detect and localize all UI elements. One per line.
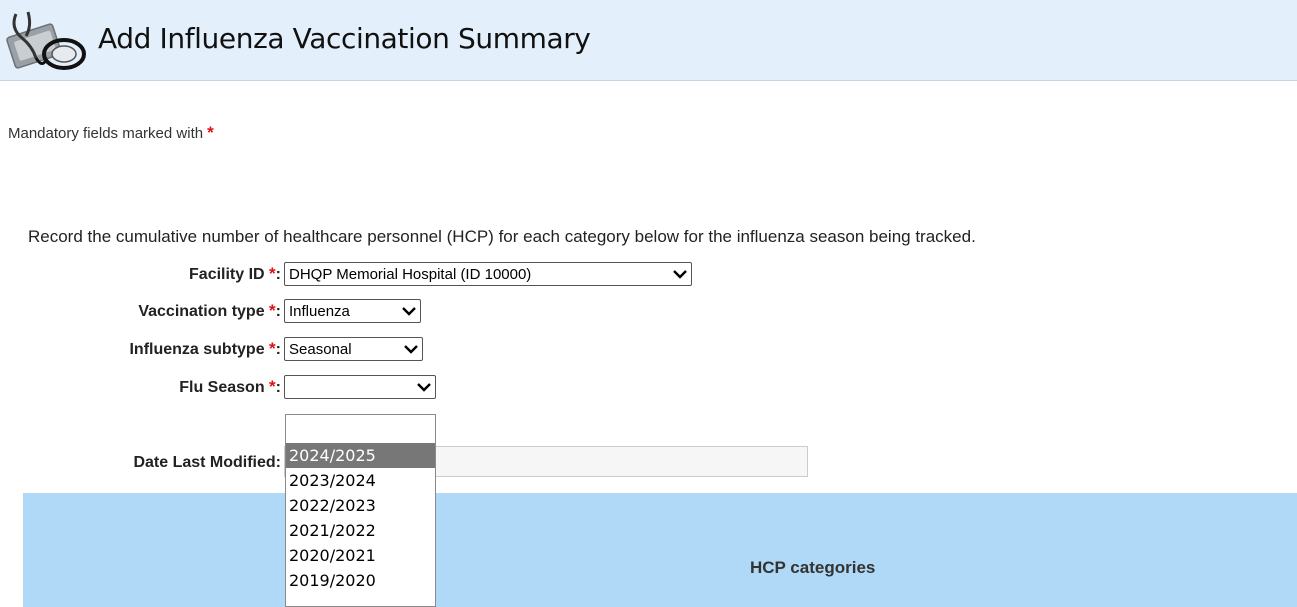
dropdown-option[interactable]: 2022/2023 xyxy=(286,493,435,518)
chevron-down-icon xyxy=(404,345,418,354)
table-header xyxy=(23,493,1297,607)
mandatory-text: Mandatory fields marked with xyxy=(8,125,204,142)
mandatory-note: Mandatory fields marked with * xyxy=(8,123,214,143)
facility-row: Facility ID *: DHQP Memorial Hospital (I… xyxy=(0,262,1297,288)
flu-season-label: Flu Season *: xyxy=(179,377,281,396)
dropdown-option[interactable] xyxy=(286,415,435,443)
hcp-categories-header: HCP categories xyxy=(750,558,876,577)
page-title: Add Influenza Vaccination Summary xyxy=(98,22,591,55)
flu-season-dropdown[interactable]: 2024/2025 2023/2024 2022/2023 2021/2022 … xyxy=(285,414,436,607)
influenza-subtype-select[interactable]: Seasonal xyxy=(284,337,423,361)
chevron-down-icon xyxy=(402,307,416,316)
dropdown-option[interactable]: 2023/2024 xyxy=(286,468,435,493)
chevron-down-icon xyxy=(673,270,687,279)
instructions: Record the cumulative number of healthca… xyxy=(28,227,976,246)
influenza-subtype-row: Influenza subtype *: Seasonal xyxy=(0,337,1297,363)
required-star: * xyxy=(207,123,214,142)
stethoscope-icon xyxy=(6,11,86,70)
dropdown-option[interactable]: 2020/2021 xyxy=(286,543,435,568)
dropdown-option[interactable]: 2024/2025 xyxy=(286,443,435,468)
date-modified-label: Date Last Modified: xyxy=(133,454,281,471)
dropdown-option[interactable]: 2021/2022 xyxy=(286,518,435,543)
flu-season-select[interactable] xyxy=(284,375,436,399)
vaccination-type-row: Vaccination type *: Influenza xyxy=(0,299,1297,325)
page-header: Add Influenza Vaccination Summary xyxy=(0,0,1297,81)
influenza-subtype-label: Influenza subtype *: xyxy=(129,339,281,358)
flu-season-row: Flu Season *: xyxy=(0,375,1297,401)
vaccination-type-select[interactable]: Influenza xyxy=(284,299,421,323)
vaccination-type-label: Vaccination type *: xyxy=(138,301,281,320)
facility-select[interactable]: DHQP Memorial Hospital (ID 10000) xyxy=(284,262,692,286)
dropdown-option[interactable]: 2019/2020 xyxy=(286,568,435,593)
chevron-down-icon xyxy=(417,383,431,392)
facility-label: Facility ID *: xyxy=(189,264,281,283)
